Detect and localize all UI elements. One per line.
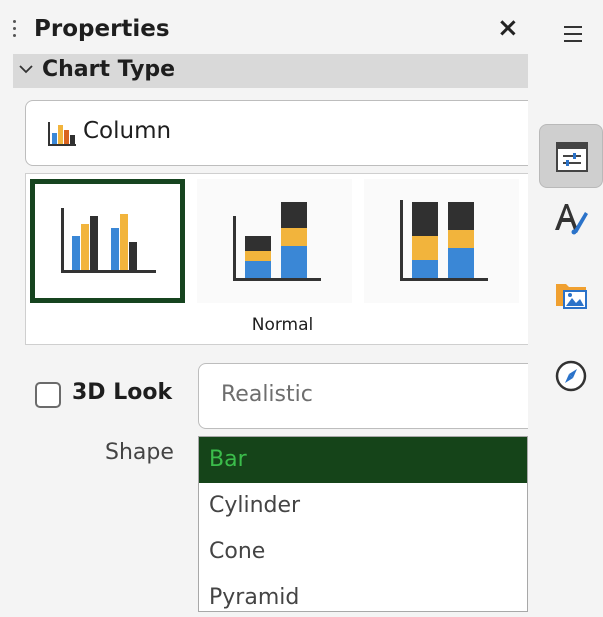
chart-type-section-header[interactable]: Chart Type: [13, 54, 528, 88]
hamburger-menu-icon[interactable]: [564, 26, 582, 47]
tab-properties[interactable]: [539, 124, 603, 188]
3d-scheme-value: Realistic: [221, 382, 313, 407]
shape-option-bar[interactable]: Bar: [199, 437, 527, 483]
properties-deck: Properties × Chart Type Column Normal 3D…: [0, 0, 540, 617]
chart-type-value: Column: [83, 118, 172, 144]
tab-gallery[interactable]: [539, 262, 603, 326]
variant-caption: Normal: [251, 315, 314, 335]
chart-type-dropdown[interactable]: Column: [25, 100, 540, 166]
shape-listbox[interactable]: Bar Cylinder Cone Pyramid: [198, 436, 528, 612]
tab-navigator[interactable]: [539, 344, 603, 408]
3d-look-label: 3D Look: [72, 380, 173, 405]
chart-variant-selector: Normal: [25, 173, 540, 345]
shape-option-cone[interactable]: Cone: [199, 529, 527, 575]
properties-icon: [556, 142, 588, 172]
column-chart-icon: [48, 122, 76, 146]
gallery-icon: [556, 284, 587, 309]
section-title: Chart Type: [42, 57, 176, 82]
tab-styles[interactable]: [539, 186, 603, 250]
3d-scheme-dropdown[interactable]: Realistic: [198, 363, 540, 429]
deck-title: Properties: [34, 16, 170, 42]
percent-stacked-column-icon: [399, 200, 488, 281]
styles-icon: [555, 204, 588, 235]
variant-percent-stacked[interactable]: [364, 179, 519, 303]
chevron-down-icon: [19, 65, 33, 74]
3d-look-checkbox[interactable]: [35, 382, 61, 408]
shape-label: Shape: [105, 440, 174, 465]
normal-column-icon: [60, 208, 156, 273]
grip-dots-icon[interactable]: [13, 20, 17, 50]
shape-option-cylinder[interactable]: Cylinder: [199, 483, 527, 529]
variant-stacked[interactable]: [197, 179, 352, 303]
close-icon[interactable]: ×: [497, 14, 519, 42]
stacked-column-icon: [232, 202, 321, 281]
shape-option-pyramid[interactable]: Pyramid: [199, 575, 527, 611]
variant-normal[interactable]: [30, 179, 185, 303]
navigator-icon: [555, 360, 587, 392]
deck-title-bar: Properties ×: [0, 8, 528, 54]
